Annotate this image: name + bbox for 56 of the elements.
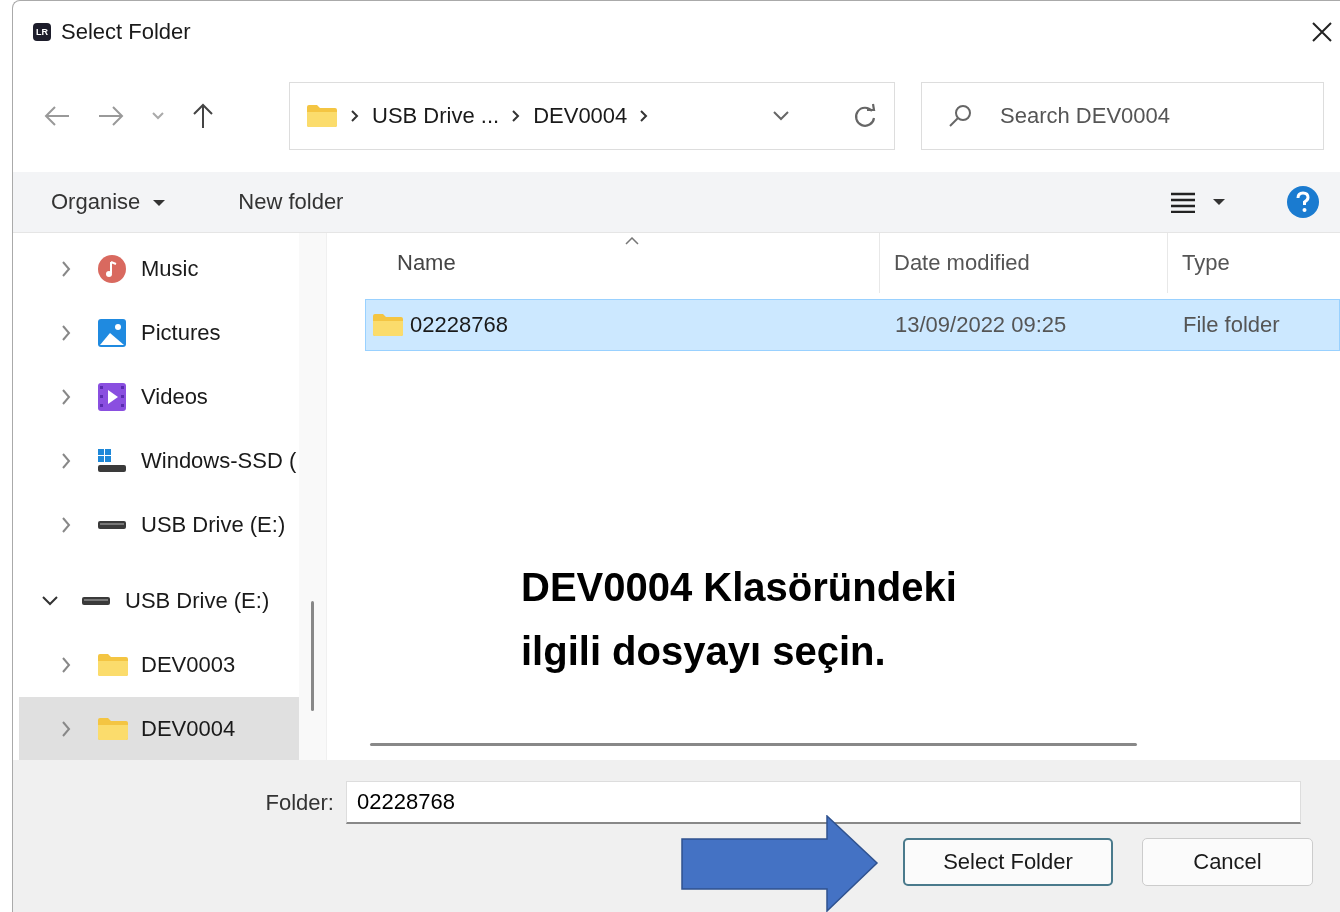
tree-item[interactable]: DEV0003 bbox=[19, 633, 299, 697]
forward-arrow-icon bbox=[97, 104, 125, 128]
breadcrumb-item[interactable]: USB Drive ... bbox=[372, 103, 500, 129]
tree-item[interactable]: Music bbox=[19, 237, 299, 301]
tree-item[interactable]: Pictures bbox=[19, 301, 299, 365]
back-arrow-icon bbox=[43, 104, 71, 128]
window-title: Select Folder bbox=[61, 18, 191, 45]
scrollbar-thumb[interactable] bbox=[370, 743, 1137, 746]
tree-item[interactable]: Windows-SSD ( bbox=[19, 429, 299, 493]
folder-name-field[interactable]: 02228768 bbox=[346, 781, 1301, 824]
tree-item[interactable]: DEV0004 bbox=[19, 697, 299, 760]
refresh-icon[interactable] bbox=[852, 103, 878, 129]
list-view-icon bbox=[1170, 191, 1196, 213]
column-header[interactable]: Name bbox=[327, 233, 880, 293]
close-icon bbox=[1310, 19, 1334, 44]
folder-icon bbox=[97, 652, 129, 678]
table-cell: 02228768 bbox=[410, 312, 508, 338]
organise-menu[interactable]: Organise bbox=[39, 185, 179, 219]
help-icon[interactable] bbox=[1286, 185, 1320, 219]
sort-ascending-icon bbox=[625, 237, 639, 245]
new-folder-button[interactable]: New folder bbox=[226, 185, 356, 219]
select-folder-button[interactable]: Select Folder bbox=[903, 838, 1113, 886]
instruction-text: DEV0004 Klasöründeki ilgili dosyayı seçin. bbox=[521, 564, 957, 675]
caret-icon bbox=[152, 199, 167, 207]
column-header[interactable]: Date modified bbox=[880, 233, 1168, 293]
drive-icon bbox=[81, 596, 111, 606]
tree-item[interactable]: USB Drive (E:) bbox=[19, 569, 299, 633]
video-icon bbox=[97, 382, 127, 412]
chevron-right-icon bbox=[350, 109, 360, 123]
drive-icon bbox=[97, 448, 127, 474]
column-header[interactable]: Type bbox=[1168, 233, 1340, 293]
cancel-button[interactable]: Cancel bbox=[1142, 838, 1313, 886]
field-label: Folder: bbox=[264, 789, 335, 816]
file-row[interactable]: 02228768 13/09/2022 09:25 File folder bbox=[365, 299, 1340, 351]
tree-item[interactable]: USB Drive (E:) bbox=[19, 493, 299, 557]
chevron-right-icon bbox=[511, 109, 522, 123]
folder-icon bbox=[306, 103, 338, 129]
folder-icon bbox=[97, 716, 129, 742]
up-arrow-icon bbox=[191, 102, 215, 130]
search-field[interactable]: Search DEV0004 bbox=[921, 82, 1324, 150]
dropdown-icon[interactable] bbox=[772, 110, 790, 122]
music-icon bbox=[97, 254, 127, 284]
table-cell-text: 13/09/2022 09:25 bbox=[894, 312, 1068, 338]
table-cell-text: File folder bbox=[1182, 312, 1281, 338]
chevron-right-icon bbox=[639, 109, 650, 123]
breadcrumb-item[interactable]: DEV0004 bbox=[533, 103, 628, 129]
chevron-down-icon bbox=[151, 111, 165, 121]
scrollbar-thumb[interactable] bbox=[311, 601, 314, 711]
search-icon bbox=[947, 103, 973, 129]
caret-icon bbox=[1212, 198, 1226, 206]
folder-icon bbox=[372, 312, 404, 338]
picture-icon bbox=[97, 318, 127, 348]
tree-item[interactable]: Videos bbox=[19, 365, 299, 429]
app-icon: LR bbox=[33, 22, 51, 41]
drive-icon bbox=[97, 520, 127, 530]
address-bar[interactable]: USB Drive ... DEV0004 bbox=[289, 82, 895, 150]
